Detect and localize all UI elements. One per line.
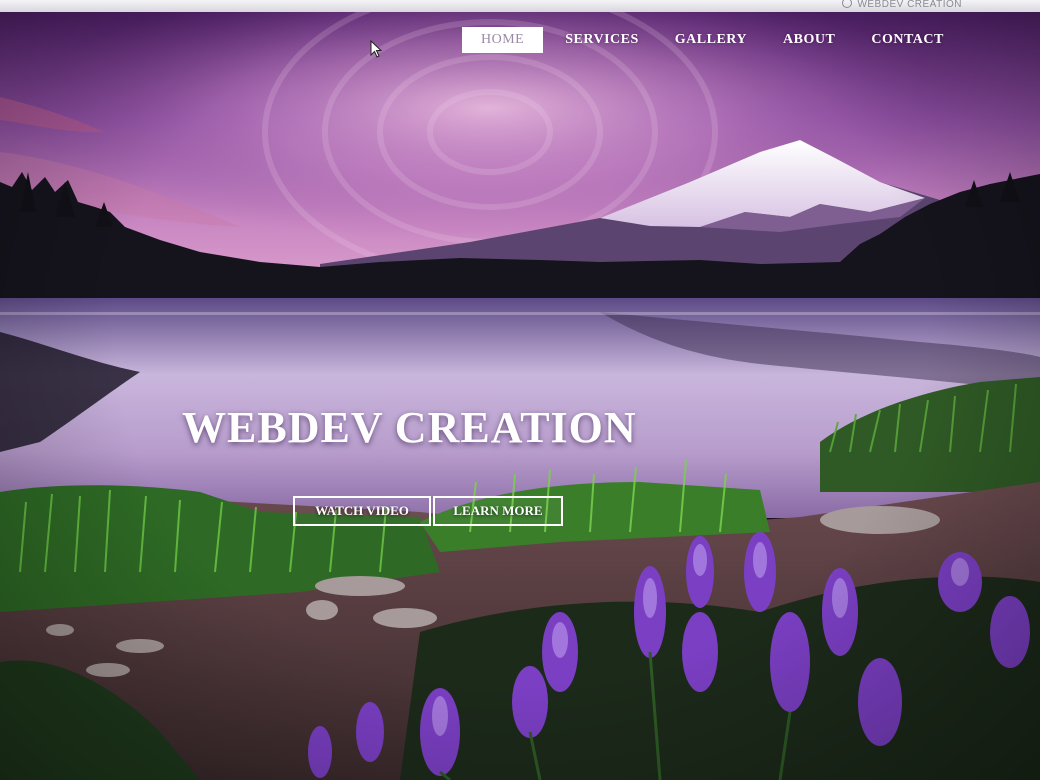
nav-gallery[interactable]: GALLERY (675, 32, 747, 48)
nav-home[interactable]: HOME (462, 27, 544, 53)
watch-video-button[interactable]: WATCH VIDEO (293, 496, 431, 526)
main-nav: HOME SERVICES GALLERY ABOUT CONTACT (462, 27, 980, 53)
nav-about[interactable]: ABOUT (783, 32, 835, 48)
brand-tag: WEBDEV CREATION (842, 0, 962, 10)
hero-section (0, 12, 1040, 780)
screen: WEBDEV CREATION HOME SERVICES GALLERY AB… (0, 0, 1040, 780)
brand-tag-label: WEBDEV CREATION (857, 0, 962, 10)
check-circle-icon (842, 0, 853, 8)
hero-background-image (0, 12, 1040, 780)
learn-more-button[interactable]: LEARN MORE (433, 496, 563, 526)
browser-top-strip: WEBDEV CREATION (0, 0, 1040, 12)
hero-title: WEBDEV CREATION (182, 403, 637, 452)
mouse-cursor-icon (370, 40, 382, 58)
nav-services[interactable]: SERVICES (565, 32, 639, 48)
nav-contact[interactable]: CONTACT (871, 32, 943, 48)
